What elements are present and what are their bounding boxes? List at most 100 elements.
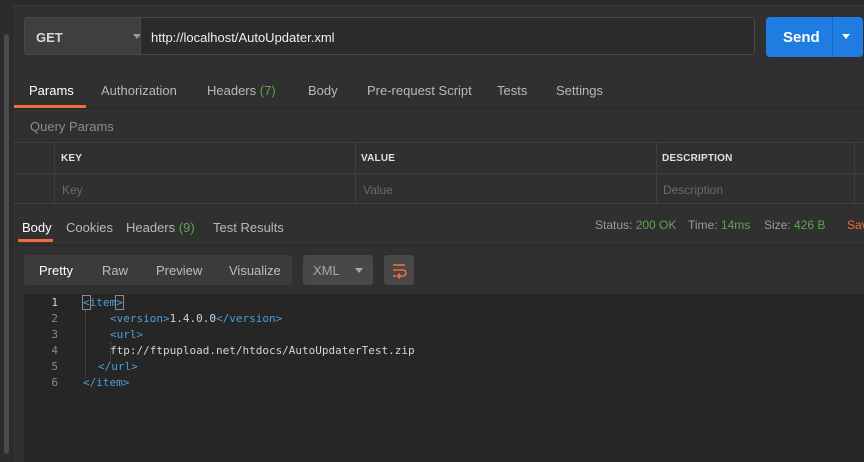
method-select[interactable]: GET (24, 17, 151, 55)
line-number: 2 (51, 312, 58, 325)
table-header-row (13, 143, 864, 174)
time-value: 14ms (720, 218, 751, 232)
size-info: Size: 426 B (764, 218, 825, 232)
tab-response-headers[interactable]: Headers (9) (126, 220, 195, 235)
wrap-lines-icon (393, 264, 407, 280)
code-token: < (110, 312, 117, 325)
column-divider (54, 143, 55, 205)
column-header-description: DESCRIPTION (662, 153, 733, 164)
tab-test-results[interactable]: Test Results (213, 220, 284, 235)
description-input[interactable]: Description (663, 183, 723, 197)
size-label: Size: (764, 218, 791, 232)
column-divider (656, 143, 657, 205)
save-label: Sav (847, 218, 864, 232)
column-header-key: KEY (61, 153, 83, 164)
divider (13, 245, 864, 246)
column-divider (355, 143, 356, 205)
tab-response-headers-label: Headers (126, 220, 176, 235)
code-line: </item> (83, 376, 129, 389)
line-number: 1 (51, 296, 58, 309)
code-line: ftp://ftpupload.net/htdocs/AutoUpdaterTe… (110, 344, 415, 357)
method-label: GET (36, 30, 63, 45)
mode-pretty[interactable]: Pretty (39, 263, 73, 278)
code-line: <version>1.4.0.0</version> (110, 312, 282, 325)
tab-body[interactable]: Body (308, 83, 338, 98)
code-token: > (115, 295, 124, 310)
code-token: version (116, 312, 163, 325)
column-header-value: VALUE (361, 153, 396, 164)
tab-headers-count: (7) (259, 83, 276, 98)
tab-settings[interactable]: Settings (556, 83, 603, 98)
send-label: Send (783, 29, 820, 46)
time-info: Time: 14ms (688, 218, 750, 232)
scrollbar-thumb[interactable] (4, 34, 9, 454)
active-tab-indicator (14, 105, 86, 108)
tab-params[interactable]: Params (29, 83, 74, 98)
chevron-down-icon (355, 268, 363, 273)
mode-raw[interactable]: Raw (102, 263, 128, 278)
send-chevron-down-icon[interactable] (842, 34, 850, 39)
line-number: 6 (51, 376, 58, 389)
status-info: Status: 200 OK (595, 218, 676, 232)
tab-response-headers-count: (9) (178, 220, 195, 235)
tab-pre-request-script[interactable]: Pre-request Script (367, 83, 472, 98)
code-token: item (96, 376, 123, 389)
code-token: > (131, 360, 138, 373)
wrap-lines-button[interactable] (384, 255, 414, 285)
tab-tests[interactable]: Tests (497, 83, 527, 98)
mode-visualize[interactable]: Visualize (229, 263, 281, 278)
code-token: > (136, 328, 144, 341)
column-divider (854, 143, 855, 205)
language-select[interactable]: XML (303, 255, 373, 285)
key-input[interactable]: Key (62, 183, 83, 197)
tab-authorization[interactable]: Authorization (101, 83, 177, 98)
code-line: </url> (98, 360, 138, 373)
tab-cookies[interactable]: Cookies (66, 220, 113, 235)
request-panel: GET http://localhost/AutoUpdater.xml Sen… (13, 0, 864, 462)
code-token: item (89, 296, 117, 309)
time-label: Time: (688, 218, 718, 232)
tab-headers[interactable]: Headers (7) (207, 83, 276, 98)
left-scrollbar[interactable] (0, 0, 13, 462)
code-token: </ (83, 376, 97, 389)
code-token: ftp://ftpupload.net/htdocs/AutoUpdaterTe… (110, 344, 415, 357)
code-line: <item> (82, 295, 124, 310)
code-token: </ (98, 360, 112, 373)
table-row (13, 173, 864, 204)
url-input[interactable]: http://localhost/AutoUpdater.xml (140, 17, 755, 55)
code-token: url (111, 360, 132, 373)
mode-preview[interactable]: Preview (156, 263, 202, 278)
active-response-tab-indicator (18, 239, 53, 242)
indent-guide (85, 310, 87, 378)
status-label: Status: (595, 218, 633, 232)
save-response-button[interactable]: Sav (847, 218, 864, 232)
send-button[interactable]: Send (766, 17, 863, 57)
code-token: > (122, 376, 130, 389)
code-token: < (82, 295, 91, 310)
code-token: version (229, 312, 276, 325)
response-tabs: Body Cookies Headers (9) Test Results St… (13, 205, 864, 245)
language-label: XML (313, 263, 340, 278)
query-params-table: KEY VALUE DESCRIPTION Key Value Descript… (13, 142, 864, 205)
size-value: 426 B (794, 218, 826, 232)
request-tabs: Params Authorization Headers (7) Body Pr… (13, 74, 864, 109)
code-token: </ (215, 312, 230, 325)
code-token: < (110, 328, 117, 341)
tab-response-body[interactable]: Body (22, 220, 52, 235)
code-token: 1.4.0.0 (169, 312, 216, 325)
status-value: 200 OK (635, 218, 677, 232)
code-token: > (275, 312, 283, 325)
code-line: <url> (110, 328, 143, 341)
top-divider (13, 0, 864, 6)
code-token: url (116, 328, 137, 341)
response-body-editor[interactable]: 1 2 3 4 5 6 <item> <version>1.4.0.0</ver… (24, 294, 864, 462)
value-input[interactable]: Value (363, 183, 393, 197)
send-divider (832, 17, 833, 57)
query-params-title: Query Params (30, 119, 114, 134)
line-number: 5 (51, 360, 58, 373)
tab-headers-label: Headers (207, 83, 257, 98)
line-number: 4 (51, 344, 58, 357)
format-mode-group: Pretty Raw Preview Visualize (24, 255, 292, 285)
code-token: > (162, 312, 170, 325)
url-value: http://localhost/AutoUpdater.xml (151, 30, 335, 45)
